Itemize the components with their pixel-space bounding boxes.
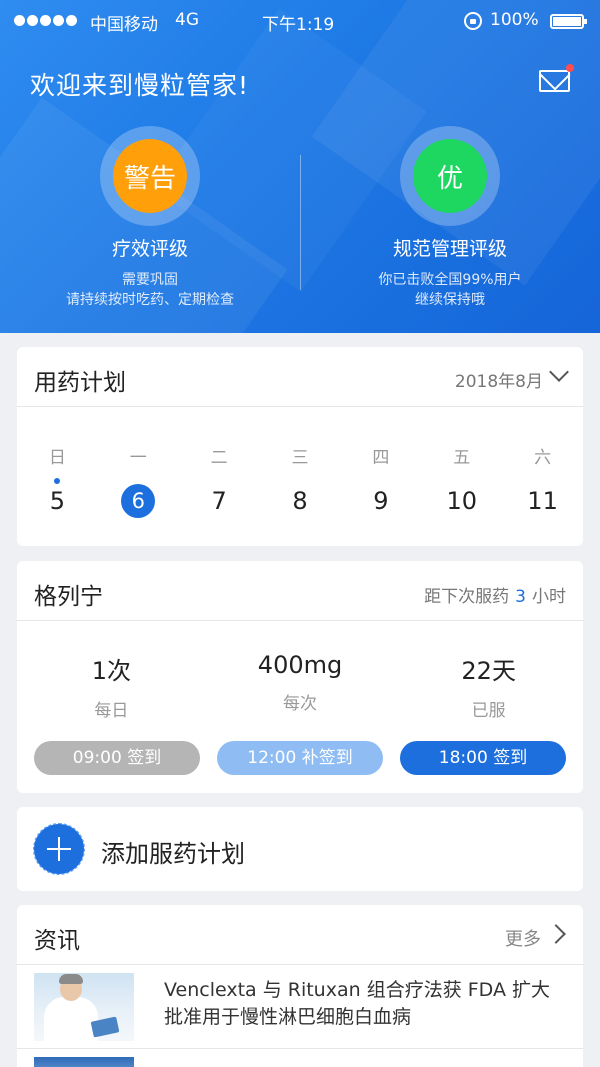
medication-card: 格列宁 距下次服药 3 小时 1次 每日 400mg 每次 22天 已服 09:00… (17, 561, 583, 793)
date-number-selected: 6 (121, 484, 156, 518)
status-bar: 中国移动 4G 下午1:19 100% (0, 10, 600, 35)
rating-subtitle: 需要巩固 (122, 272, 178, 288)
week-strip: 日 5 一 6 二 7 三 8 四 9 五 10 六 11 (17, 407, 583, 545)
add-plan-button[interactable]: 添加服药计划 (17, 807, 583, 891)
rating-badge: 优 (413, 139, 487, 213)
rotation-lock-icon (464, 12, 482, 30)
next-dose-prefix: 距下次服药 (424, 587, 510, 607)
plus-icon[interactable] (33, 823, 85, 875)
weekday-label: 日 (48, 448, 66, 468)
efficacy-rating[interactable]: 警告 疗效评级 需要巩固 请持续按时吃药、定期检查 (0, 126, 300, 310)
news-thumbnail (34, 1057, 134, 1067)
rating-badge: 警告 (113, 139, 187, 213)
date-number: 8 (292, 487, 308, 515)
next-dose-countdown: 距下次服药 3 小时 (424, 582, 566, 607)
date-number: 5 (49, 487, 66, 515)
day-cell-sat[interactable]: 六 11 (502, 407, 583, 545)
date-number: 11 (527, 487, 558, 515)
news-card: 资讯 更多 Venclexta 与 Rituxan 组合疗法获 FDA 扩大批准… (17, 905, 583, 1067)
management-rating[interactable]: 优 规范管理评级 你已击败全国99%用户 继续保持哦 (300, 126, 600, 310)
weekday-label: 五 (453, 448, 471, 468)
more-link[interactable]: 更多 (505, 925, 541, 951)
checkin-button-1800[interactable]: 18:00 签到 (400, 741, 566, 775)
chevron-down-icon[interactable] (549, 362, 569, 382)
day-cell-tue[interactable]: 二 7 (179, 407, 260, 545)
month-selector-label[interactable]: 2018年8月 (455, 367, 543, 392)
stat-value: 1次 (91, 657, 131, 685)
plan-card: 用药计划 2018年8月 日 5 一 6 二 7 三 8 四 9 五 10 六 … (17, 347, 583, 546)
date-number: 7 (211, 487, 227, 515)
medication-name: 格列宁 (34, 584, 103, 610)
day-cell-mon[interactable]: 一 6 (98, 407, 179, 545)
news-headline: Venclexta 与 Rituxan 组合疗法获 FDA 扩大批准用于慢性淋巴… (164, 979, 550, 1028)
day-cell-thu[interactable]: 四 9 (340, 407, 421, 545)
medication-stats: 1次 每日 400mg 每次 22天 已服 (17, 621, 583, 741)
date-number: 9 (373, 487, 389, 515)
stat-label: 每次 (283, 694, 317, 714)
network-label: 4G (175, 10, 199, 30)
rating-subtitle: 你已击败全国99%用户 (378, 272, 522, 288)
weekday-label: 一 (129, 448, 147, 468)
stat-days: 22天 已服 (394, 621, 583, 741)
stat-label: 每日 (94, 701, 129, 721)
date-number: 10 (446, 487, 477, 515)
rating-title: 疗效评级 (111, 238, 188, 260)
battery-icon (550, 14, 587, 29)
news-item[interactable]: Venclexta 与 Rituxan 组合疗法获 FDA 扩大批准用于慢性淋巴… (17, 965, 583, 1049)
day-cell-fri[interactable]: 五 10 (421, 407, 502, 545)
stat-value: 400mg (257, 651, 343, 679)
rating-title: 规范管理评级 (392, 238, 507, 260)
medication-header: 格列宁 距下次服药 3 小时 (17, 561, 583, 621)
stat-value: 22天 (461, 657, 516, 685)
unread-dot (566, 64, 574, 72)
hero-header: 中国移动 4G 下午1:19 100% 欢迎来到慢粒管家! 警告 疗效评级 需要… (0, 0, 600, 333)
news-thumbnail (34, 973, 134, 1041)
clock: 下午1:19 (262, 15, 335, 35)
rating-subtitle: 继续保持哦 (415, 292, 485, 308)
carrier-label: 中国移动 (90, 15, 158, 35)
next-dose-hours: 3 (515, 587, 526, 607)
battery-percent: 100% (490, 10, 539, 30)
weekday-label: 四 (372, 448, 390, 468)
day-cell-sun[interactable]: 日 5 (17, 407, 98, 545)
weekday-label: 三 (291, 448, 309, 468)
makeup-checkin-button-1200[interactable]: 12:00 补签到 (217, 741, 383, 775)
stat-dose: 400mg 每次 (206, 621, 395, 741)
welcome-title: 欢迎来到慢粒管家! (30, 71, 250, 100)
signal-icon (14, 15, 77, 26)
rating-subtitle: 请持续按时吃药、定期检查 (66, 292, 234, 308)
next-dose-suffix: 小时 (532, 587, 566, 607)
add-plan-label: 添加服药计划 (101, 840, 245, 868)
news-item[interactable] (17, 1049, 583, 1067)
weekday-label: 六 (534, 448, 552, 468)
rating-ring: 优 (400, 126, 500, 226)
checkin-button-0900[interactable]: 09:00 签到 (34, 741, 200, 775)
weekday-label: 二 (210, 448, 228, 468)
mail-icon[interactable] (539, 70, 570, 92)
day-cell-wed[interactable]: 三 8 (260, 407, 341, 545)
stat-frequency: 1次 每日 (17, 621, 206, 741)
chevron-right-icon[interactable] (546, 924, 566, 944)
plan-title: 用药计划 (34, 370, 126, 396)
rating-ring: 警告 (100, 126, 200, 226)
checkin-row: 09:00 签到 12:00 补签到 18:00 签到 (17, 741, 583, 775)
stat-label: 已服 (471, 701, 506, 721)
news-header: 资讯 更多 (17, 905, 583, 965)
news-title: 资讯 (34, 928, 80, 954)
plan-header: 用药计划 2018年8月 (17, 347, 583, 407)
